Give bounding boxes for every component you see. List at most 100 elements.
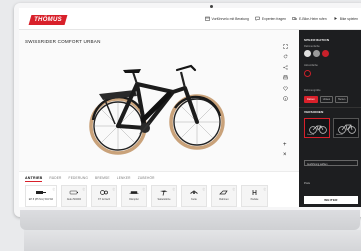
play-icon — [334, 17, 337, 20]
battery-icon — [69, 190, 78, 195]
info-icon — [283, 96, 288, 101]
size-label: Rahmengröße — [304, 89, 321, 92]
component-label: Pedale — [250, 198, 259, 201]
chat-icon — [255, 16, 260, 21]
info-icon: ⓘ — [52, 188, 55, 191]
brand-logo[interactable]: THÖMUS — [28, 15, 68, 25]
nav-label: E-Bike-Heim rufen — [299, 16, 327, 21]
info-icon: ⓘ — [172, 188, 175, 191]
price-label: Preis — [304, 182, 310, 185]
variant-option[interactable]: Herren — [333, 118, 359, 138]
component-card[interactable]: ⓘ Kette — [181, 185, 207, 207]
rotate-icon — [283, 54, 288, 59]
variant-heading: VERSIONEN — [304, 110, 324, 114]
variant-label: Herren — [336, 134, 343, 136]
info-icon: ⓘ — [142, 188, 145, 191]
frame-icon — [219, 190, 228, 195]
component-bar: ANTRIEB RÄDER FEDERUNG BREMSE LENKER ZUB… — [19, 171, 299, 207]
spec-panel: SPEZIFIKATION Rahmenfarbe Akzentfarbe Ra… — [299, 30, 361, 207]
color-swatch[interactable] — [313, 50, 320, 57]
shock-icon — [129, 191, 139, 194]
component-card[interactable]: ⓘ EP 8 (85 Nm) 504 Wh — [25, 185, 57, 207]
nav-item-demo[interactable]: Vorführvelo mit Beratung — [204, 16, 249, 21]
spec-heading: SPEZIFIKATION — [304, 38, 330, 42]
monitor-stand — [24, 230, 361, 251]
nav-item-delivery[interactable]: E-Bike-Heim rufen — [292, 16, 327, 21]
component-tabs: ANTRIEB RÄDER FEDERUNG BREMSE LENKER ZUB… — [25, 176, 155, 182]
zoom-controls: + × — [283, 142, 287, 158]
info-button[interactable] — [282, 95, 289, 102]
nav-label: Experten fragen — [261, 16, 286, 21]
screen: THÖMUS Vorführvelo mit Beratung Experten… — [19, 8, 361, 207]
print-icon — [283, 75, 288, 80]
component-card[interactable]: ⓘ Dämpfer — [121, 185, 147, 207]
component-card[interactable]: ⓘ Rahmen — [211, 185, 237, 207]
zoom-in-button[interactable]: + — [283, 142, 287, 148]
tab-lenker[interactable]: LENKER — [117, 176, 131, 182]
tab-antrieb[interactable]: ANTRIEB — [25, 176, 43, 182]
size-option[interactable]: Damen — [304, 96, 318, 103]
bike-thumbnail-icon — [309, 125, 327, 134]
size-options: Damen Unisex Herren — [304, 96, 349, 103]
accent-swatch[interactable] — [304, 70, 311, 77]
info-icon: ⓘ — [202, 188, 205, 191]
nav-label: Vorführvelo mit Beratung — [211, 16, 249, 21]
calendar-icon — [204, 16, 210, 21]
tab-zubehoer[interactable]: ZUBEHÖR — [138, 176, 155, 182]
info-icon: ⓘ — [263, 188, 266, 191]
component-card[interactable]: ⓘ Pedale — [241, 185, 268, 207]
component-card[interactable]: ⓘ Sattelstütze — [151, 185, 177, 207]
fullscreen-button[interactable] — [282, 43, 289, 50]
share-button[interactable] — [282, 64, 289, 71]
info-icon: ⓘ — [232, 188, 235, 191]
component-card[interactable]: ⓘ XT 12-fach — [91, 185, 117, 207]
divider — [299, 107, 361, 108]
size-option[interactable]: Herren — [335, 96, 349, 103]
favorite-button[interactable] — [282, 85, 289, 92]
component-label: Akku 504Wh — [66, 198, 82, 201]
rotate-button[interactable] — [282, 53, 289, 60]
print-button[interactable] — [282, 74, 289, 81]
variant-option[interactable]: Damen — [304, 118, 330, 138]
next-button[interactable]: WEITER — [304, 196, 358, 204]
color-swatch[interactable] — [322, 50, 329, 57]
info-icon: ⓘ — [82, 188, 85, 191]
product-title: SWISSRIDER COMFORT URBAN — [25, 39, 101, 44]
nav-item-expert[interactable]: Experten fragen — [255, 16, 286, 21]
motor-icon — [36, 191, 46, 194]
tab-raeder[interactable]: RÄDER — [49, 176, 61, 182]
truck-icon — [292, 17, 297, 20]
size-option[interactable]: Unisex — [319, 96, 334, 103]
share-icon — [283, 65, 288, 70]
heart-icon — [283, 86, 288, 91]
bike-thumbnail-icon — [338, 124, 356, 134]
chain-icon — [190, 190, 198, 194]
monitor-chin — [20, 210, 360, 230]
bike-3d-view[interactable] — [85, 56, 225, 162]
tab-bremse[interactable]: BREMSE — [95, 176, 110, 182]
view-toolbar — [282, 43, 289, 102]
header-nav: Vorführvelo mit Beratung Experten fragen… — [204, 16, 358, 21]
accent-label: Akzentfarbe — [304, 64, 318, 67]
top-bar: THÖMUS Vorführvelo mit Beratung Experten… — [19, 8, 361, 30]
component-label: Kette — [191, 198, 197, 201]
component-card[interactable]: ⓘ Akku 504Wh — [61, 185, 87, 207]
tab-federung[interactable]: FEDERUNG — [69, 176, 89, 182]
nav-label: Bike spielen — [339, 16, 358, 21]
scene: THÖMUS Vorführvelo mit Beratung Experten… — [0, 0, 361, 251]
color-swatch[interactable] — [304, 50, 311, 57]
component-label: EP 8 (85 Nm) 504 Wh — [28, 198, 54, 201]
brand-logo-text: THÖMUS — [34, 17, 62, 23]
component-label: XT 12-fach — [97, 198, 111, 201]
version-select[interactable]: Ausführung wählen — [304, 160, 358, 166]
variant-label: Damen — [307, 134, 315, 136]
variant-options: Damen Herren — [304, 118, 359, 138]
close-view-button[interactable]: × — [283, 152, 287, 158]
component-label: Dämpfer — [129, 198, 139, 201]
fullscreen-icon — [283, 44, 288, 49]
pedal-icon — [252, 190, 256, 195]
component-cards: ⓘ EP 8 (85 Nm) 504 Wh ⓘ Akku 504Wh ⓘ XT … — [25, 185, 268, 207]
component-label: Rahmen — [219, 198, 229, 201]
component-label: Sattelstütze — [157, 198, 171, 201]
nav-item-play[interactable]: Bike spielen — [333, 16, 358, 21]
